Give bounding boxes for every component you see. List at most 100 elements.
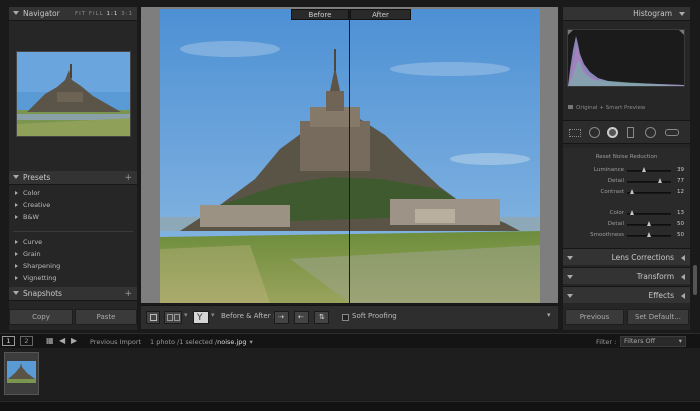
add-snapshot-icon[interactable]: + — [124, 287, 132, 301]
panel-arrow-icon — [567, 256, 573, 260]
luminance-slider-row: Luminance 39 — [563, 165, 690, 176]
main-photo[interactable] — [160, 9, 540, 303]
forward-arrow-icon[interactable]: ▶ — [71, 337, 77, 345]
presets-header[interactable]: Presets + — [9, 171, 137, 185]
color-slider-knob[interactable] — [630, 210, 635, 215]
filter-dropdown-icon: ▾ — [678, 337, 682, 345]
panel-arrow-icon — [567, 294, 573, 298]
develop-toolbar: ▾ Y ▾ Before & After : ⇢ ⇠ ⇅ Soft Proofi… — [141, 305, 558, 329]
collapse-triangle-icon — [13, 11, 19, 15]
preset-folder-creative[interactable]: Creative — [9, 199, 137, 211]
luminance-detail-slider-track[interactable] — [627, 181, 671, 183]
selection-info[interactable]: 1 photo /1 selected /noise.jpg ▾ — [150, 338, 253, 346]
preset-folder-color[interactable]: Color — [9, 187, 137, 199]
compare-view-button[interactable] — [164, 311, 182, 324]
luminance-value[interactable]: 39 — [677, 167, 684, 173]
effects-header[interactable]: Effects — [563, 286, 690, 303]
color-detail-slider-knob[interactable] — [646, 221, 651, 226]
compare-right-icon — [174, 314, 180, 321]
expand-arrow-icon — [15, 215, 18, 219]
compare-left-icon — [167, 314, 173, 321]
arrow-right-icon: ⇢ — [278, 313, 284, 321]
lens-corrections-header[interactable]: Lens Corrections — [563, 248, 690, 265]
luminance-slider-track[interactable] — [627, 170, 671, 172]
expand-triangle-icon — [681, 274, 685, 280]
preset-folder-curve[interactable]: Curve — [9, 236, 137, 248]
preset-list-bottom: Curve Grain Sharpening Vignetting — [9, 236, 137, 284]
graduated-filter-icon[interactable] — [627, 127, 634, 138]
paste-button[interactable]: Paste — [75, 309, 137, 325]
preset-divider — [13, 231, 133, 232]
collapse-triangle-icon — [679, 12, 685, 16]
collapse-triangle-icon — [13, 291, 19, 295]
filter-select[interactable]: Filters Off ▾ — [620, 336, 686, 347]
before-tab: Before — [291, 9, 349, 20]
histogram-graph[interactable] — [567, 29, 685, 87]
source-label[interactable]: Previous Import — [90, 338, 141, 346]
red-eye-icon[interactable] — [607, 127, 618, 138]
contrast-slider-knob[interactable] — [629, 189, 634, 194]
spot-removal-icon[interactable] — [589, 127, 600, 138]
right-panel-scrollbar[interactable] — [693, 265, 697, 295]
luminance-detail-slider-knob[interactable] — [658, 178, 663, 183]
copy-before-to-after-button[interactable]: ⇢ — [274, 311, 289, 324]
copy-after-to-before-button[interactable]: ⇠ — [294, 311, 309, 324]
navigator-preview-image — [17, 52, 130, 136]
set-default-button[interactable]: Set Default... — [627, 309, 689, 325]
preset-folder-sharpening[interactable]: Sharpening — [9, 260, 137, 272]
zoom-fill[interactable]: FILL — [89, 11, 104, 17]
dropdown-arrow-icon[interactable]: ▾ — [211, 311, 215, 319]
preset-folder-grain[interactable]: Grain — [9, 248, 137, 260]
zoom-1-1[interactable]: 1:1 — [107, 11, 119, 17]
crop-overlay-icon[interactable] — [569, 129, 581, 137]
contrast-value[interactable]: 12 — [677, 189, 684, 195]
zoom-3-1[interactable]: 3:1 — [121, 11, 133, 17]
soft-proofing-checkbox[interactable] — [342, 314, 349, 321]
toolbar-menu-arrow-icon[interactable]: ▾ — [547, 311, 551, 319]
selected-filename: noise.jpg — [217, 338, 247, 346]
smoothness-slider-row: Smoothness 50 — [563, 230, 690, 241]
preset-folder-vignetting[interactable]: Vignetting — [9, 272, 137, 284]
adjustment-brush-icon[interactable] — [665, 129, 679, 136]
add-preset-icon[interactable]: + — [124, 171, 132, 185]
snapshots-title: Snapshots — [23, 289, 62, 298]
zoom-options[interactable]: FIT FILL 1:1 3:1 — [75, 7, 133, 21]
before-after-mode-button[interactable]: Y — [193, 311, 209, 324]
color-detail-value[interactable]: 50 — [677, 221, 684, 227]
loupe-view-button[interactable] — [146, 311, 160, 324]
contrast-slider-row: Contrast 12 — [563, 187, 690, 198]
before-after-split-line[interactable] — [349, 9, 350, 303]
color-value[interactable]: 13 — [677, 210, 684, 216]
zoom-fit[interactable]: FIT — [75, 11, 86, 17]
swap-before-after-button[interactable]: ⇅ — [314, 311, 329, 324]
expand-triangle-icon — [681, 255, 685, 261]
before-after-label: Before & After : — [221, 312, 276, 320]
navigator-header[interactable]: Navigator FIT FILL 1:1 3:1 — [9, 7, 137, 21]
dropdown-arrow-icon[interactable]: ▾ — [184, 311, 188, 319]
histogram-header[interactable]: Histogram — [563, 7, 690, 21]
grid-view-icon[interactable]: ▦ — [46, 337, 54, 345]
copy-button[interactable]: Copy — [9, 309, 73, 325]
smoothness-value[interactable]: 50 — [677, 232, 684, 238]
transform-header[interactable]: Transform — [563, 267, 690, 284]
reset-noise-reduction-label[interactable]: Reset Noise Reduction — [563, 154, 690, 160]
radial-filter-icon[interactable] — [645, 127, 656, 138]
luminance-slider-knob[interactable] — [641, 167, 646, 172]
navigator-preview[interactable] — [16, 51, 131, 137]
back-arrow-icon[interactable]: ◀ — [59, 337, 65, 345]
smoothness-slider-knob[interactable] — [646, 232, 651, 237]
color-slider-row: Color 13 — [563, 208, 690, 219]
monitor-2-button[interactable]: 2 — [20, 336, 33, 346]
filter-label: Filter : — [596, 338, 617, 346]
monitor-1-button[interactable]: 1 — [2, 336, 15, 346]
smoothness-label: Smoothness — [590, 232, 624, 238]
expand-triangle-icon — [681, 293, 685, 299]
preset-folder-bw[interactable]: B&W — [9, 211, 137, 223]
luminance-detail-value[interactable]: 77 — [677, 178, 684, 184]
snapshots-header[interactable]: Snapshots + — [9, 287, 137, 301]
panel-arrow-icon — [567, 275, 573, 279]
filmstrip-thumbnail[interactable] — [4, 352, 39, 395]
filename-dropdown-icon: ▾ — [249, 338, 253, 346]
collapse-triangle-icon — [13, 175, 19, 179]
previous-button[interactable]: Previous — [565, 309, 624, 325]
